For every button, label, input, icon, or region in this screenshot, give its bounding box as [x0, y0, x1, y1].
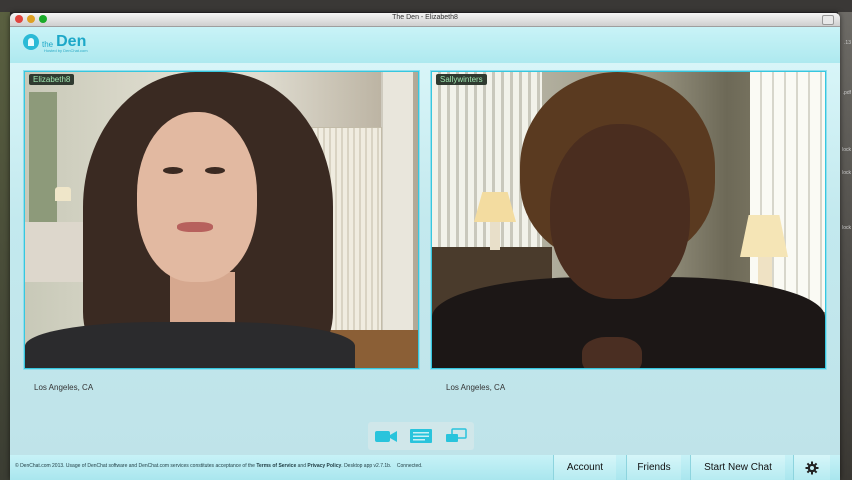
- chat-area: Elizabeth8 Los Angeles, CA Sallywinters …: [10, 63, 840, 455]
- account-button[interactable]: Account: [553, 455, 616, 480]
- chat-icon: [409, 429, 432, 443]
- desktop-background-right: .13 .pdf lock lock lock: [838, 12, 852, 480]
- den-logo-icon: [23, 34, 39, 50]
- desktop-file-label[interactable]: lock: [842, 147, 851, 153]
- friends-button[interactable]: Friends: [626, 455, 681, 480]
- app-version: . Desktop app v2.7.1b.: [341, 463, 392, 469]
- logo-den-text: Den: [56, 33, 87, 50]
- privacy-link[interactable]: Privacy Policy: [307, 463, 341, 469]
- connection-status: Connected.: [396, 463, 423, 469]
- location-label: Los Angeles, CA: [34, 383, 94, 392]
- video-image-person-top: [25, 322, 355, 368]
- desktop-file-label[interactable]: .13: [844, 40, 851, 46]
- video-image-door: [381, 72, 413, 342]
- video-image-person-face: [550, 124, 690, 299]
- share-screen-icon: [446, 428, 468, 442]
- start-new-chat-button[interactable]: Start New Chat: [690, 455, 785, 480]
- desktop-background-left: [0, 12, 10, 480]
- video-image-lamp-base: [490, 222, 500, 250]
- desktop-menubar: [0, 0, 852, 12]
- legal-text: © DenChat.com 2013. Usage of DenChat sof…: [15, 463, 422, 469]
- desktop-file-label[interactable]: lock: [842, 170, 851, 176]
- app-header: the Den Hosted by DenChat.com: [10, 27, 840, 63]
- app-window: The Den - Elizabeth8 the Den Hosted by D…: [10, 13, 840, 480]
- footer-bar: © DenChat.com 2013. Usage of DenChat sof…: [10, 455, 840, 480]
- screen-share-button[interactable]: [443, 426, 469, 446]
- video-image-lamp: [55, 187, 71, 201]
- chat-toggle-button[interactable]: [408, 426, 434, 446]
- video-image-mouth: [177, 222, 213, 232]
- settings-button[interactable]: [793, 455, 830, 480]
- video-image-eye: [163, 167, 183, 174]
- desktop-file-label[interactable]: lock: [842, 225, 851, 231]
- window-title: The Den - Elizabeth8: [392, 14, 458, 21]
- video-image-person-face: [137, 112, 257, 282]
- and-text: and: [296, 463, 308, 469]
- username-tag: Sallywinters: [436, 74, 487, 85]
- video-image-person-hand: [582, 337, 642, 368]
- desktop-file-label[interactable]: .pdf: [843, 90, 851, 96]
- fullscreen-button[interactable]: [822, 15, 834, 25]
- gear-icon: [805, 461, 819, 474]
- video-toggle-button[interactable]: [373, 426, 399, 446]
- video-image-window: [29, 92, 57, 242]
- video-feed-local[interactable]: Elizabeth8: [24, 71, 419, 369]
- title-bar[interactable]: The Den - Elizabeth8: [10, 13, 840, 27]
- terms-link[interactable]: Terms of Service: [256, 463, 296, 469]
- call-controls: [368, 422, 474, 450]
- copyright-text: © DenChat.com 2013. Usage of DenChat sof…: [15, 463, 257, 469]
- location-label: Los Angeles, CA: [446, 383, 506, 392]
- video-feed-remote[interactable]: Sallywinters: [431, 71, 826, 369]
- logo-subtitle: Hosted by DenChat.com: [44, 48, 88, 53]
- username-tag: Elizabeth8: [29, 74, 75, 85]
- video-image-eye: [205, 167, 225, 174]
- video-camera-icon: [374, 431, 397, 442]
